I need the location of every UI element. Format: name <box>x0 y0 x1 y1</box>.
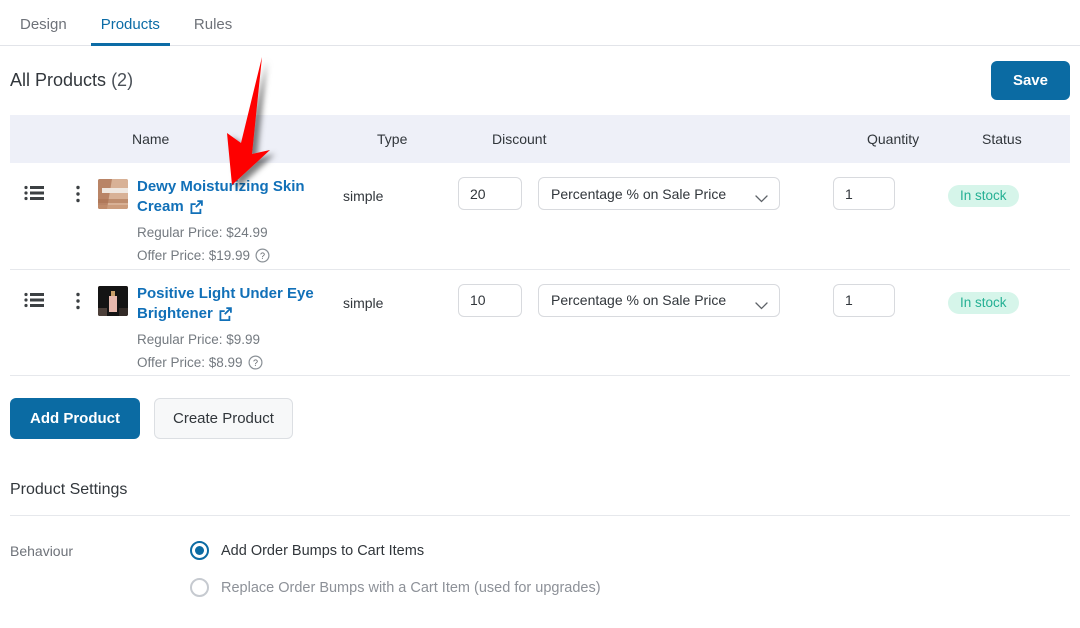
product-thumbnail <box>98 179 128 209</box>
radio-unselected-icon[interactable] <box>190 578 209 598</box>
page-header: All Products (2) Save <box>0 46 1080 115</box>
offer-price: Offer Price: $8.99 <box>137 354 243 370</box>
kebab-menu-icon[interactable] <box>75 292 81 313</box>
status-cell: In stock <box>948 163 1068 207</box>
status-badge: In stock <box>948 291 1019 314</box>
quantity-input[interactable] <box>833 283 895 317</box>
row-menu-cell <box>58 270 98 313</box>
status-cell: In stock <box>948 270 1068 314</box>
offer-price-line: Offer Price: $8.99 ? <box>137 354 343 375</box>
drag-handle-icon[interactable] <box>24 292 44 311</box>
behaviour-setting: Behaviour Add Order Bumps to Cart Items … <box>0 516 1080 615</box>
product-count: (2) <box>111 70 134 90</box>
column-header-quantity: Quantity <box>867 131 920 147</box>
discount-type-select[interactable]: Percentage % on Sale Price <box>538 177 780 210</box>
svg-text:?: ? <box>260 251 265 261</box>
status-badge: In stock <box>948 185 1019 207</box>
quantity-cell <box>833 270 948 317</box>
behaviour-option-add-label: Add Order Bumps to Cart Items <box>221 542 425 559</box>
discount-type-value[interactable]: Percentage % on Sale Price <box>538 177 780 210</box>
behaviour-option-replace[interactable]: Replace Order Bumps with a Cart Item (us… <box>190 578 1070 598</box>
page-title: All Products (2) <box>10 70 133 91</box>
table-row: Positive Light Under Eye Brightener Regu… <box>10 270 1070 377</box>
products-table: Name Type Discount Quantity Status Dewy … <box>10 115 1070 377</box>
tab-rules[interactable]: Rules <box>184 17 242 46</box>
row-handle-cell <box>10 270 58 311</box>
create-product-button[interactable]: Create Product <box>154 398 293 440</box>
behaviour-option-replace-label: Replace Order Bumps with a Cart Item (us… <box>221 579 601 596</box>
tab-design[interactable]: Design <box>10 17 77 46</box>
page-title-text: All Products <box>10 70 107 90</box>
column-header-discount: Discount <box>492 131 547 147</box>
help-circle-icon[interactable]: ? <box>248 355 263 375</box>
behaviour-option-add[interactable]: Add Order Bumps to Cart Items <box>190 541 1070 561</box>
product-settings-title: Product Settings <box>10 481 128 499</box>
discount-cell: Percentage % on Sale Price <box>458 270 833 317</box>
discount-input[interactable] <box>458 177 522 210</box>
offer-price: Offer Price: $19.99 <box>137 248 251 264</box>
column-header-name: Name <box>132 131 170 147</box>
product-name-block: Dewy Moisturizing Skin Cream Regular Pri… <box>137 177 343 269</box>
tab-bar: Design Products Rules <box>0 0 1080 46</box>
offer-price-line: Offer Price: $19.99 ? <box>137 247 343 268</box>
regular-price: Regular Price: $24.99 <box>137 225 268 241</box>
table-row: Dewy Moisturizing Skin Cream Regular Pri… <box>10 163 1070 270</box>
drag-handle-icon[interactable] <box>24 185 44 204</box>
discount-type-value[interactable]: Percentage % on Sale Price <box>538 283 780 317</box>
product-thumbnail <box>98 285 128 316</box>
svg-text:?: ? <box>253 358 258 368</box>
column-header-status: Status <box>982 131 1022 147</box>
product-name-link[interactable]: Dewy Moisturizing Skin Cream <box>137 178 305 215</box>
save-button[interactable]: Save <box>990 61 1070 100</box>
product-type: simple <box>343 294 384 311</box>
external-link-icon[interactable] <box>218 306 233 326</box>
product-actions: Add Product Create Product <box>0 376 1080 440</box>
behaviour-radio-group: Add Order Bumps to Cart Items Replace Or… <box>190 541 1070 615</box>
tab-products[interactable]: Products <box>90 17 170 46</box>
quantity-input[interactable] <box>833 177 895 210</box>
product-name-cell: Positive Light Under Eye Brightener Regu… <box>98 270 343 376</box>
help-circle-icon[interactable]: ? <box>255 248 270 268</box>
kebab-menu-icon[interactable] <box>75 185 81 206</box>
product-type: simple <box>343 188 384 204</box>
discount-type-select[interactable]: Percentage % on Sale Price <box>538 283 780 317</box>
table-header-row: Name Type Discount Quantity Status <box>10 115 1070 163</box>
discount-input[interactable] <box>458 283 522 317</box>
quantity-cell <box>833 163 948 210</box>
product-name-cell: Dewy Moisturizing Skin Cream Regular Pri… <box>98 163 343 269</box>
discount-cell: Percentage % on Sale Price <box>458 163 833 210</box>
column-header-type: Type <box>377 131 408 147</box>
row-menu-cell <box>58 163 98 206</box>
external-link-icon[interactable] <box>189 199 204 219</box>
radio-selected-icon[interactable] <box>190 541 209 561</box>
add-product-button[interactable]: Add Product <box>10 398 140 440</box>
behaviour-label: Behaviour <box>10 543 74 560</box>
regular-price: Regular Price: $9.99 <box>137 331 261 347</box>
row-handle-cell <box>10 163 58 204</box>
product-name-block: Positive Light Under Eye Brightener Regu… <box>137 284 343 376</box>
